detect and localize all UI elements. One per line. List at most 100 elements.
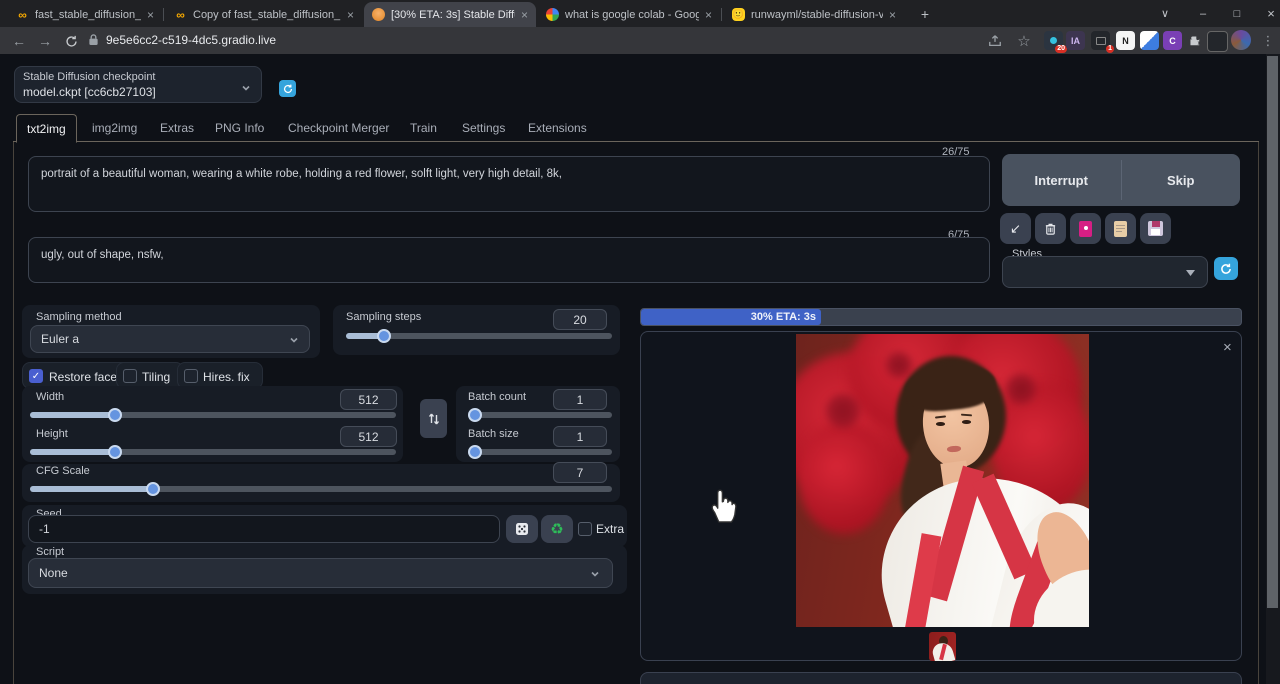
back-icon[interactable]: ← — [8, 30, 30, 52]
tab-png-info[interactable]: PNG Info — [205, 114, 274, 141]
batch-size-input[interactable]: 1 — [553, 426, 607, 447]
batch-size-label: Batch size — [468, 428, 519, 440]
batch-count-slider[interactable] — [468, 408, 612, 422]
huggingface-icon: 🙂 — [732, 8, 745, 21]
tab-checkpoint-merger[interactable]: Checkpoint Merger — [278, 114, 399, 141]
gallery-thumbnail[interactable] — [929, 632, 956, 661]
hires-fix-checkbox[interactable] — [184, 369, 198, 383]
tab-extensions[interactable]: Extensions — [518, 114, 597, 141]
script-dropdown[interactable]: None — [28, 558, 613, 588]
reload-icon[interactable] — [60, 30, 82, 52]
clear-prompt-button[interactable] — [1035, 213, 1066, 244]
check-icon: ✓ — [31, 370, 41, 382]
tab-title: fast_stable_diffusion_AUTOMA — [35, 8, 141, 21]
width-slider[interactable] — [30, 408, 396, 422]
extensions-puzzle-icon[interactable] — [1184, 30, 1206, 52]
interrupt-button[interactable]: Interrupt — [1002, 154, 1121, 206]
height-label: Height — [36, 428, 68, 440]
cfg-scale-input[interactable]: 7 — [553, 462, 607, 483]
height-slider[interactable] — [30, 445, 396, 459]
tab-separator — [163, 8, 164, 21]
checkpoint-dropdown[interactable]: Stable Diffusion checkpoint model.ckpt [… — [14, 66, 262, 103]
new-tab-button[interactable]: + — [910, 0, 940, 27]
tab-title: runwayml/stable-diffusion-v1 — [751, 8, 883, 21]
hand-cursor — [706, 486, 740, 529]
tab-extras[interactable]: Extras — [150, 114, 204, 141]
sampling-steps-input[interactable]: 20 — [553, 309, 607, 330]
extension-1-icon[interactable]: 20 — [1044, 31, 1067, 53]
restore-faces-checkbox[interactable]: ✓ — [29, 369, 43, 383]
checkpoint-label: Stable Diffusion checkpoint — [23, 71, 156, 83]
prompt-textarea[interactable]: portrait of a beautiful woman, wearing a… — [28, 156, 990, 212]
script-value: None — [39, 566, 68, 580]
sampling-method-dropdown[interactable]: Euler a — [30, 325, 310, 353]
swap-dimensions-button[interactable] — [420, 399, 447, 438]
chevron-down-icon — [242, 85, 250, 91]
profile-avatar[interactable] — [1231, 30, 1251, 50]
apply-style-button[interactable] — [1105, 213, 1136, 244]
hires-fix-label: Hires. fix — [203, 370, 250, 384]
generated-image-preview[interactable] — [796, 334, 1089, 627]
tab-close-icon[interactable]: × — [347, 8, 354, 22]
window-minimize-icon[interactable]: – — [1188, 0, 1218, 27]
generation-info-panel — [640, 672, 1242, 684]
url-field[interactable]: 9e5e6cc2-c519-4dc5.gradio.live — [106, 33, 276, 47]
width-input[interactable]: 512 — [340, 389, 397, 410]
tab-close-icon[interactable]: × — [705, 8, 712, 22]
styles-dropdown[interactable] — [1002, 256, 1208, 288]
extra-networks-button[interactable] — [1070, 213, 1101, 244]
paste-params-button[interactable]: ↙ — [1000, 213, 1031, 244]
tab-train[interactable]: Train — [400, 114, 447, 141]
tab-settings[interactable]: Settings — [452, 114, 515, 141]
extension-5-icon[interactable] — [1140, 31, 1159, 50]
styles-refresh-button[interactable] — [1214, 257, 1238, 280]
skip-button[interactable]: Skip — [1122, 154, 1241, 206]
window-menu-icon[interactable]: ∨ — [1150, 0, 1180, 27]
reuse-seed-button[interactable]: ♻ — [541, 515, 573, 543]
sampling-steps-slider[interactable] — [346, 329, 612, 343]
save-style-button[interactable] — [1140, 213, 1171, 244]
padlock-icon[interactable] — [88, 33, 99, 51]
window-maximize-icon[interactable]: □ — [1222, 0, 1252, 27]
browser-tab-1[interactable]: ∞ fast_stable_diffusion_AUTOMA × — [8, 2, 162, 27]
extension-2-icon[interactable]: IA — [1066, 31, 1085, 50]
gallery-close-icon[interactable]: × — [1223, 339, 1232, 356]
scrollbar-thumb[interactable] — [1267, 56, 1278, 608]
tab-separator — [721, 8, 722, 21]
batch-size-slider[interactable] — [468, 445, 612, 459]
extension-6-icon[interactable]: C — [1163, 31, 1182, 50]
progress-text: 30% ETA: 3s — [750, 311, 816, 323]
cfg-panel — [22, 464, 620, 502]
sidebar-panel-icon[interactable] — [1207, 31, 1228, 52]
height-input[interactable]: 512 — [340, 426, 397, 447]
batch-count-label: Batch count — [468, 391, 527, 403]
bookmark-star-icon[interactable]: ☆ — [1013, 30, 1035, 52]
progress-fill: 30% ETA: 3s — [641, 309, 821, 325]
tab-close-icon[interactable]: × — [147, 8, 154, 22]
extension-3-icon[interactable]: 1 — [1091, 31, 1114, 53]
checkpoint-refresh-button[interactable] — [279, 80, 296, 97]
share-icon[interactable] — [984, 30, 1006, 52]
extra-seed-checkbox[interactable] — [578, 522, 592, 536]
browser-tab-5[interactable]: 🙂 runwayml/stable-diffusion-v1 × — [724, 2, 904, 27]
seed-input[interactable]: -1 — [28, 515, 500, 543]
forward-icon[interactable]: → — [34, 30, 56, 52]
browser-tab-3-active[interactable]: [30% ETA: 3s] Stable Diffusion × — [364, 2, 536, 27]
browser-menu-kebab-icon[interactable]: ⋮ — [1257, 30, 1279, 52]
browser-tab-4[interactable]: what is google colab - Googl × — [538, 2, 720, 27]
batch-size-value: 1 — [576, 429, 584, 444]
batch-count-input[interactable]: 1 — [553, 389, 607, 410]
tab-close-icon[interactable]: × — [889, 8, 896, 22]
tab-img2img[interactable]: img2img — [82, 114, 147, 141]
sampling-steps-value: 20 — [573, 312, 587, 327]
browser-tab-2[interactable]: ∞ Copy of fast_stable_diffusion_ × — [166, 2, 362, 27]
tab-close-icon[interactable]: × — [521, 8, 528, 22]
notion-icon[interactable]: N — [1116, 31, 1135, 50]
script-label: Script — [36, 546, 65, 558]
negative-prompt-textarea[interactable]: ugly, out of shape, nsfw, — [28, 237, 990, 283]
tiling-checkbox[interactable] — [123, 369, 137, 383]
cfg-scale-slider[interactable] — [30, 482, 612, 496]
tab-txt2img[interactable]: txt2img — [16, 114, 77, 143]
random-seed-button[interactable] — [506, 515, 538, 543]
window-close-icon[interactable]: × — [1256, 0, 1280, 27]
